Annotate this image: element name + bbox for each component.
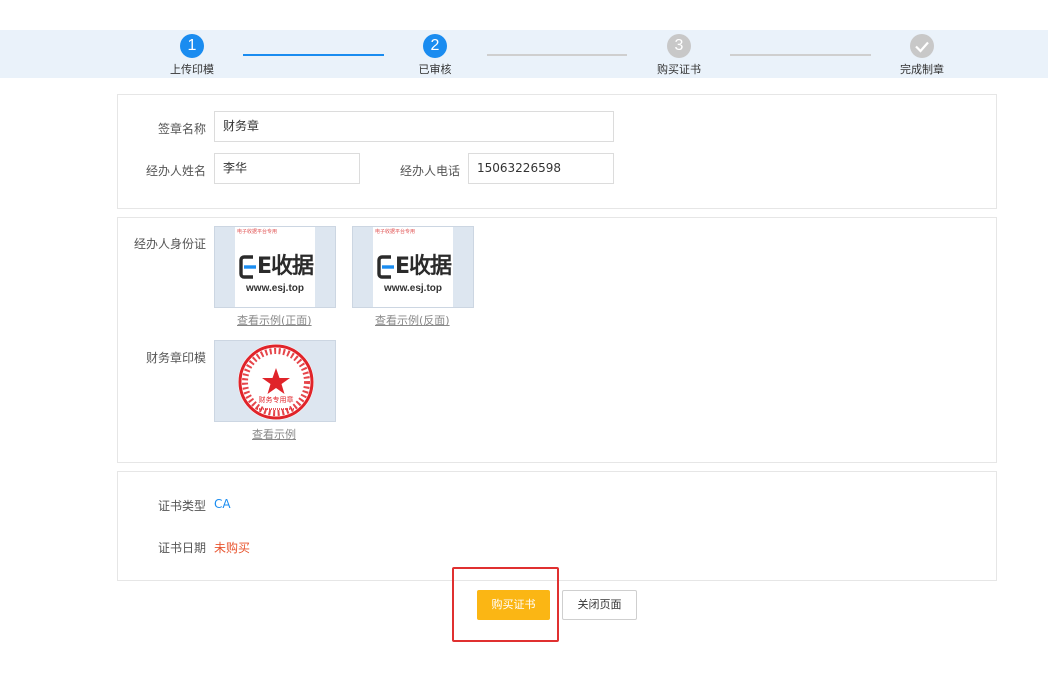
seal-name-label: 签章名称 [157, 122, 206, 136]
certificate-panel: 证书类型 CA 证书日期 未购买 [117, 471, 997, 581]
agent-phone-input[interactable]: 15063226598 [468, 153, 614, 184]
view-example-front-link[interactable]: 查看示例(正面) [237, 312, 312, 328]
step-complete: 完成制章 [862, 34, 982, 77]
logo-text: E收据 [257, 254, 314, 279]
step-buy-cert: 3 购买证书 [619, 34, 739, 77]
step-label: 已审核 [418, 63, 452, 76]
cert-date-label: 证书日期 [157, 541, 206, 555]
agent-name-label: 经办人姓名 [145, 164, 206, 178]
seal-text: 财务专用章 [259, 395, 294, 404]
seal-info-panel: 签章名称 财务章 经办人姓名 李华 经办人电话 15063226598 [117, 94, 997, 209]
id-front-image[interactable]: 电子收据平台专用 E收据 www.esj.top [214, 226, 336, 308]
id-card-label: 经办人身份证 [133, 237, 206, 251]
step-number: 2 [423, 34, 447, 58]
step-reviewed: 2 已审核 [375, 34, 495, 77]
logo-url: www.esj.top [246, 283, 304, 294]
step-label: 上传印模 [170, 63, 214, 76]
logo-url: www.esj.top [384, 283, 442, 294]
step-connector [243, 54, 384, 56]
seal-mold-image[interactable]: 财务专用章 [214, 340, 336, 422]
agent-name-input[interactable]: 李华 [214, 153, 360, 184]
step-number: 3 [667, 34, 691, 58]
buy-certificate-button[interactable]: 购买证书 [477, 590, 550, 620]
cert-date-value: 未购买 [214, 541, 251, 555]
logo-text: E收据 [395, 254, 452, 279]
step-label: 购买证书 [657, 63, 701, 76]
id-back-image[interactable]: 电子收据平台专用 E收据 www.esj.top [352, 226, 474, 308]
step-connector [730, 54, 871, 56]
cert-type-value: CA [214, 497, 231, 511]
checkmark-icon [910, 34, 934, 58]
progress-steps: 1 上传印模 2 已审核 3 购买证书 完成制章 [0, 30, 1048, 78]
step-label: 完成制章 [900, 63, 944, 76]
agent-phone-label: 经办人电话 [399, 164, 460, 178]
view-example-back-link[interactable]: 查看示例(反面) [375, 312, 450, 328]
seal-name-input[interactable]: 财务章 [214, 111, 614, 142]
seal-stamp-icon: 财务专用章 [238, 344, 314, 420]
step-number: 1 [180, 34, 204, 58]
view-example-seal-link[interactable]: 查看示例 [252, 426, 296, 442]
seal-mold-label: 财务章印模 [145, 351, 206, 365]
step-connector [487, 54, 627, 56]
upload-panel: 经办人身份证 电子收据平台专用 E收据 www.esj.top 查看示例(正面)… [117, 217, 997, 463]
close-page-button[interactable]: 关闭页面 [562, 590, 637, 620]
cert-type-label: 证书类型 [157, 499, 206, 513]
step-upload: 1 上传印模 [132, 34, 252, 77]
